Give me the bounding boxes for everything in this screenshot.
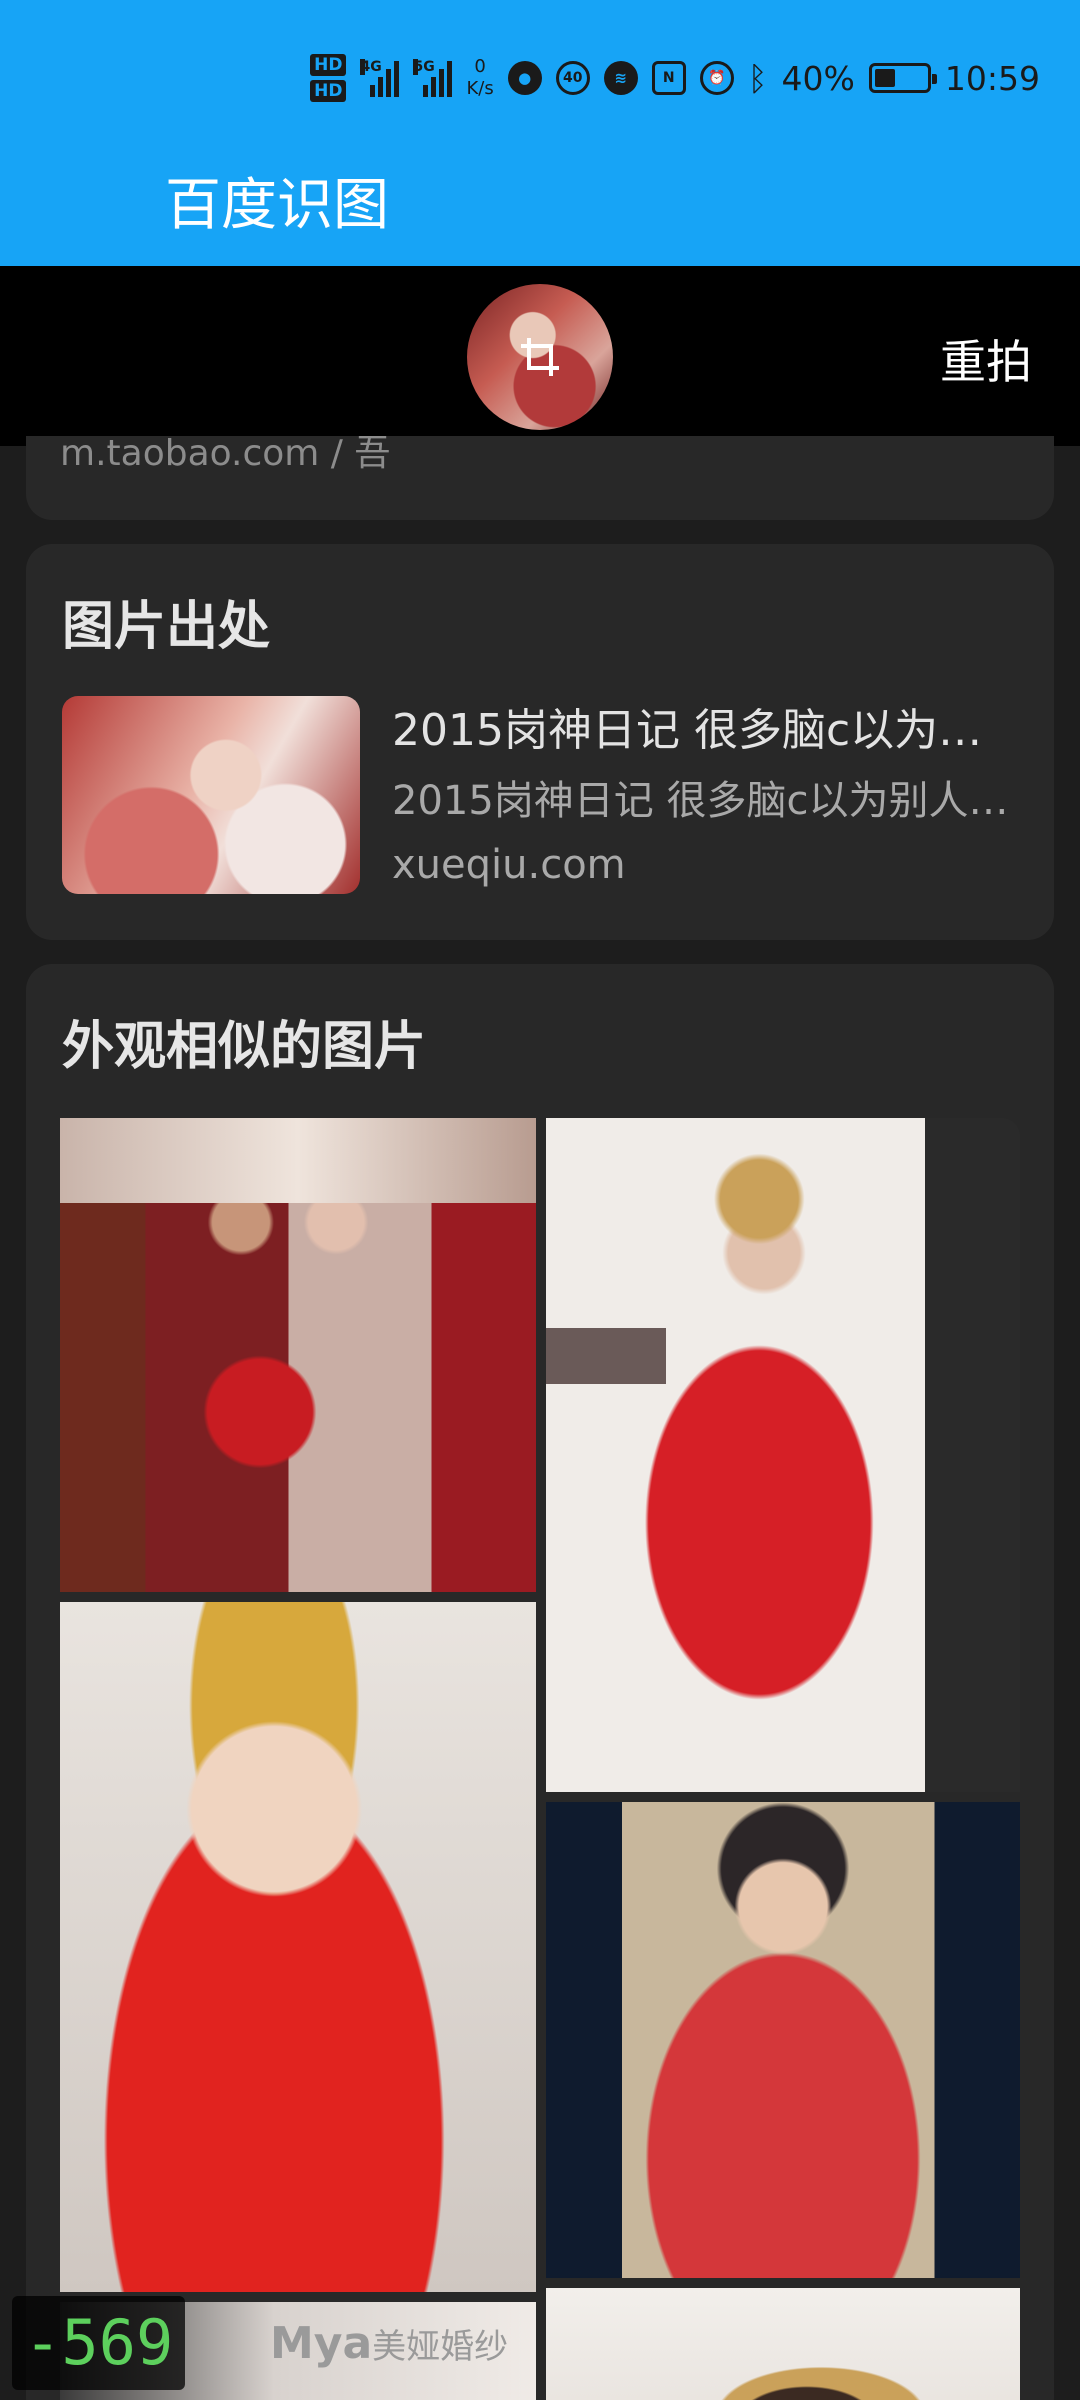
- status-bar: HD HD 4G 5G 0 K/s ● 40 ≋ N ⏰ ᛒ 40% 10:59: [0, 0, 1080, 150]
- image-source-title: 图片出处: [62, 597, 271, 657]
- hd-1-icon: HD: [310, 54, 347, 76]
- crop-icon[interactable]: [503, 320, 577, 394]
- similar-image-5-watermark: Mya美娅婚纱: [270, 2318, 509, 2369]
- source-result-thumbnail[interactable]: [62, 696, 360, 894]
- similar-image-6[interactable]: [546, 2288, 1020, 2400]
- query-image-thumbnail[interactable]: [467, 284, 613, 430]
- app-title: 百度识图: [165, 173, 389, 238]
- battery-level: [874, 69, 895, 87]
- source-result-description[interactable]: 2015岗神日记 很多脑c以为别人…: [392, 768, 1022, 826]
- signal-5g-icon: 5G: [413, 59, 453, 97]
- status-icons: HD HD 4G 5G 0 K/s ● 40 ≋ N ⏰ ᛒ 40% 10:59: [310, 46, 1040, 110]
- similar-image-2[interactable]: [546, 1118, 1020, 1792]
- alarm-icon: ⏰: [699, 61, 734, 95]
- similar-image-3[interactable]: [60, 1602, 536, 2292]
- similar-image-1[interactable]: [60, 1118, 536, 1592]
- hd-2-icon: HD: [310, 80, 347, 102]
- app-bar: HD HD 4G 5G 0 K/s ● 40 ≋ N ⏰ ᛒ 40% 10:59…: [0, 0, 1080, 266]
- globe-icon: ●: [507, 61, 542, 95]
- battery-icon: [868, 63, 937, 93]
- source-result-domain[interactable]: xueqiu.com: [392, 842, 626, 888]
- bluetooth-icon: ᛒ: [747, 58, 768, 98]
- debug-counter: -569: [12, 2296, 186, 2390]
- query-bar: 重拍: [0, 266, 1080, 446]
- retake-button[interactable]: 重拍: [940, 326, 1032, 392]
- similar-images-title: 外观相似的图片: [62, 1017, 427, 1077]
- nfc-icon: N: [651, 61, 686, 95]
- clock: 10:59: [944, 58, 1040, 98]
- previous-result-source: m.taobao.com / 吾: [60, 433, 391, 474]
- audio-icon: ≋: [603, 61, 638, 95]
- network-speed: 0 K/s: [466, 56, 494, 99]
- hd-icons: HD HD: [310, 54, 347, 102]
- source-result-title[interactable]: 2015岗神日记 很多脑c以为…: [392, 694, 1022, 758]
- badge-40-icon: 40: [555, 61, 590, 95]
- previous-result-card[interactable]: m.taobao.com / 吾: [26, 436, 1054, 520]
- battery-percent: 40%: [781, 58, 855, 98]
- similar-image-4[interactable]: [546, 1802, 1020, 2278]
- signal-4g-icon: 4G: [360, 59, 400, 97]
